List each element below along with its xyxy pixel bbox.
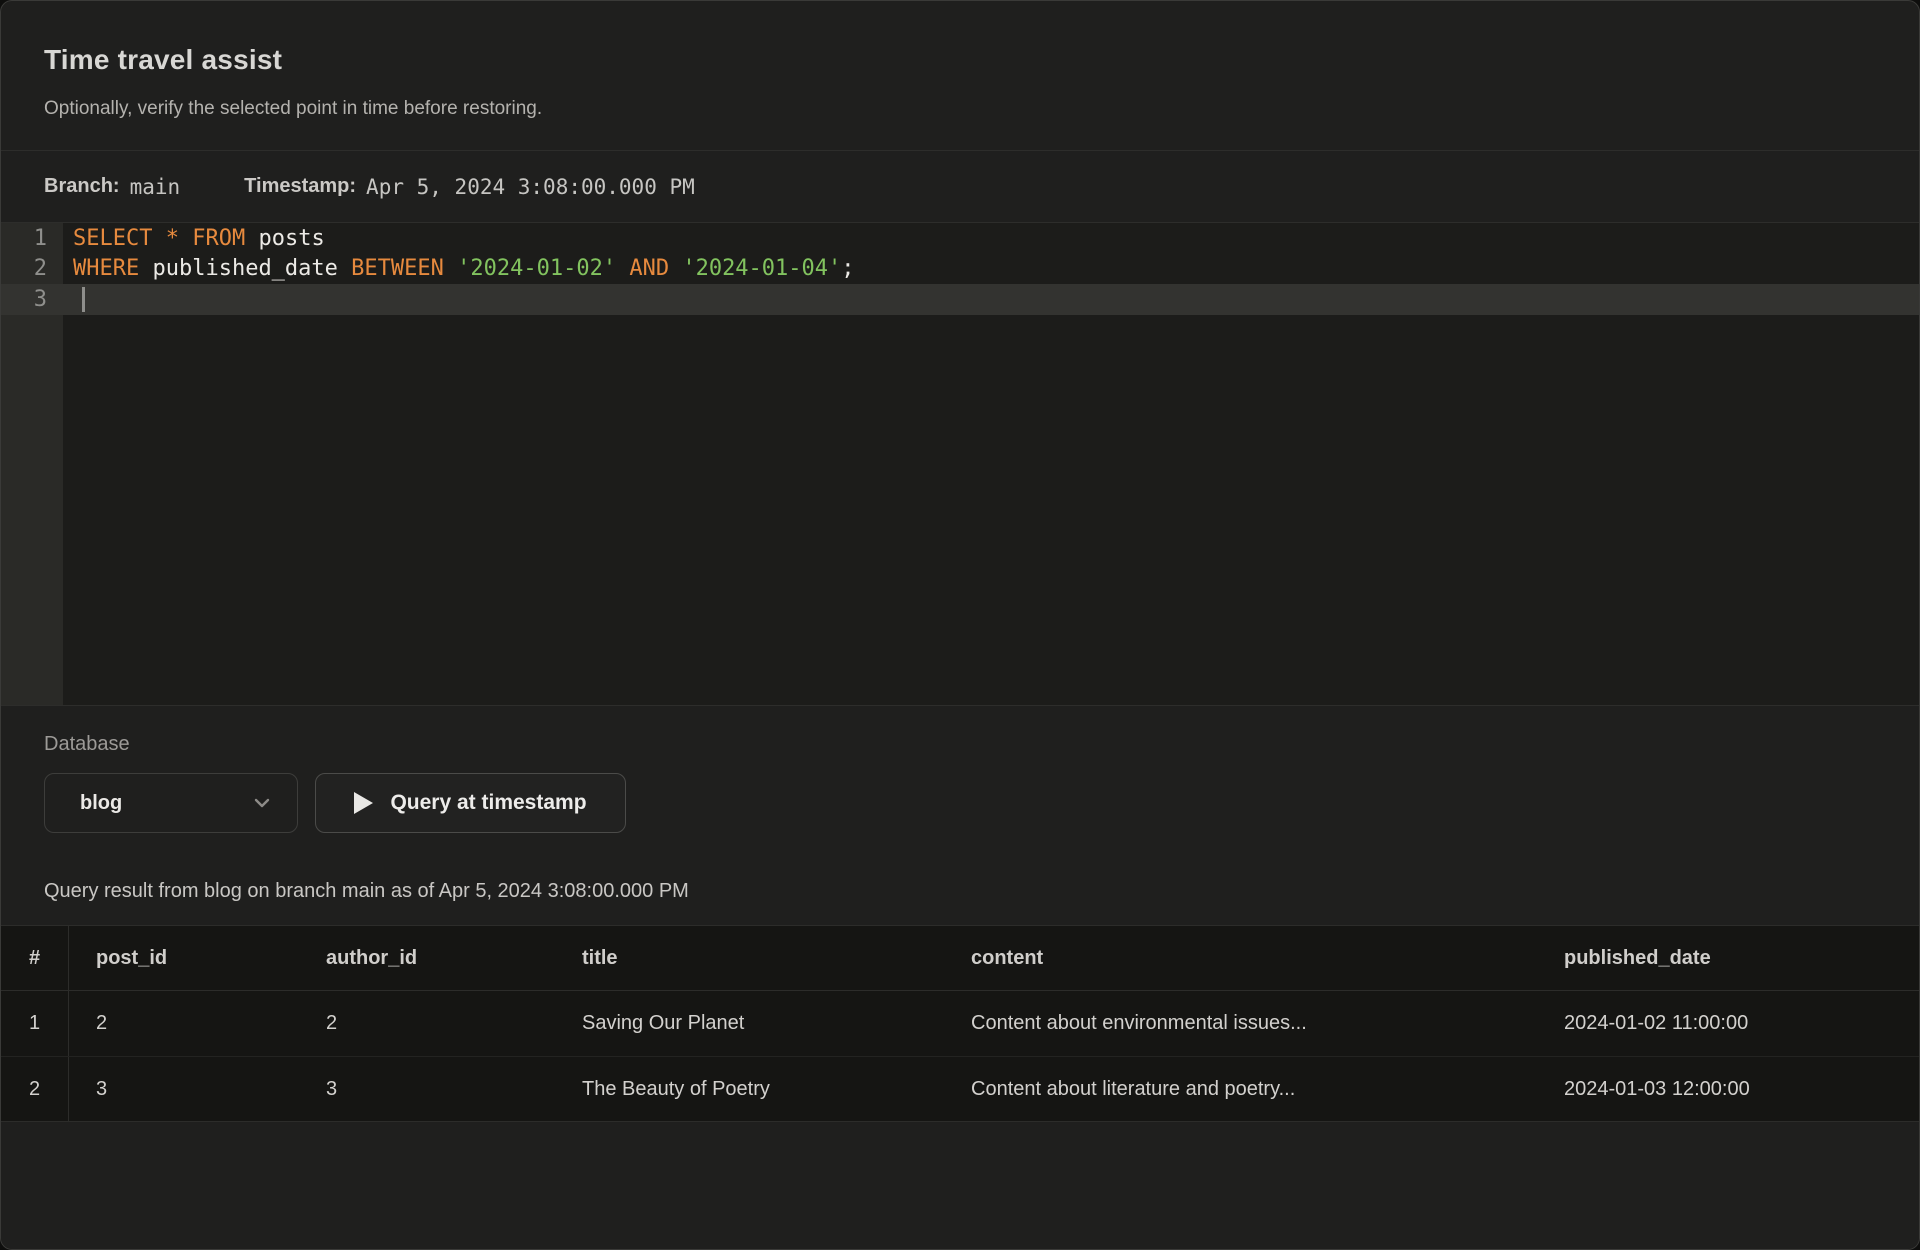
table-row: 122Saving Our PlanetContent about enviro… <box>1 991 1919 1056</box>
line-code: SELECT * FROM posts <box>63 226 325 251</box>
table-cell: 3 <box>69 1078 299 1101</box>
table-cell: Content about environmental issues... <box>944 1012 1537 1035</box>
table-header-cell: content <box>944 947 1537 970</box>
timestamp-label: Timestamp: <box>244 175 356 198</box>
branch-info: Branch: main <box>44 175 180 199</box>
query-controls-section: Database blog Query at timestamp Query r… <box>1 706 1919 904</box>
table-header-cell: post_id <box>69 947 299 970</box>
branch-timestamp-bar: Branch: main Timestamp: Apr 5, 2024 3:08… <box>1 151 1919 223</box>
table-cell: The Beauty of Poetry <box>555 1078 944 1101</box>
table-header-cell: published_date <box>1537 947 1919 970</box>
table-cell: 2024-01-02 11:00:00 <box>1537 1012 1919 1035</box>
table-cell: 3 <box>299 1078 555 1101</box>
panel-header: Time travel assist Optionally, verify th… <box>1 1 1919 151</box>
timestamp-info: Timestamp: Apr 5, 2024 3:08:00.000 PM <box>244 175 695 199</box>
query-button-label: Query at timestamp <box>390 791 586 815</box>
time-travel-assist-panel: Time travel assist Optionally, verify th… <box>0 0 1920 1250</box>
table-cell: 2024-01-03 12:00:00 <box>1537 1078 1919 1101</box>
sql-editor[interactable]: 1SELECT * FROM posts2WHERE published_dat… <box>1 223 1919 706</box>
line-number: 3 <box>1 287 63 312</box>
query-result-table: #post_idauthor_idtitlecontentpublished_d… <box>1 925 1919 1122</box>
table-cell: 1 <box>1 991 69 1056</box>
code-line[interactable]: 1SELECT * FROM posts <box>1 223 1919 254</box>
query-at-timestamp-button[interactable]: Query at timestamp <box>315 773 626 833</box>
database-select[interactable]: blog <box>44 773 298 833</box>
page-subtitle: Optionally, verify the selected point in… <box>44 96 1876 122</box>
line-code <box>63 287 85 313</box>
query-result-summary: Query result from blog on branch main as… <box>44 878 1876 904</box>
play-icon <box>354 792 373 814</box>
table-cell: Saving Our Planet <box>555 1012 944 1035</box>
text-cursor <box>82 287 85 312</box>
table-cell: Content about literature and poetry... <box>944 1078 1537 1101</box>
branch-value: main <box>130 175 181 199</box>
timestamp-value: Apr 5, 2024 3:08:00.000 PM <box>366 175 695 199</box>
table-header-row: #post_idauthor_idtitlecontentpublished_d… <box>1 926 1919 991</box>
table-cell: 2 <box>69 1012 299 1035</box>
database-label: Database <box>44 732 1876 756</box>
panel-footer-space <box>1 1122 1919 1249</box>
table-cell: 2 <box>299 1012 555 1035</box>
table-header-cell: # <box>1 926 69 990</box>
code-line[interactable]: 3 <box>1 284 1919 315</box>
table-row: 233The Beauty of PoetryContent about lit… <box>1 1056 1919 1121</box>
table-header-cell: author_id <box>299 947 555 970</box>
table-header-cell: title <box>555 947 944 970</box>
database-selected-value: blog <box>80 792 122 815</box>
code-line[interactable]: 2WHERE published_date BETWEEN '2024-01-0… <box>1 254 1919 285</box>
line-number: 1 <box>1 226 63 251</box>
table-cell: 2 <box>1 1057 69 1121</box>
branch-label: Branch: <box>44 175 120 198</box>
page-title: Time travel assist <box>44 43 1876 77</box>
line-code: WHERE published_date BETWEEN '2024-01-02… <box>63 256 855 281</box>
controls-row: blog Query at timestamp <box>44 773 1876 833</box>
line-number: 2 <box>1 256 63 281</box>
chevron-down-icon <box>251 792 273 814</box>
editor-code-lines: 1SELECT * FROM posts2WHERE published_dat… <box>1 223 1919 315</box>
